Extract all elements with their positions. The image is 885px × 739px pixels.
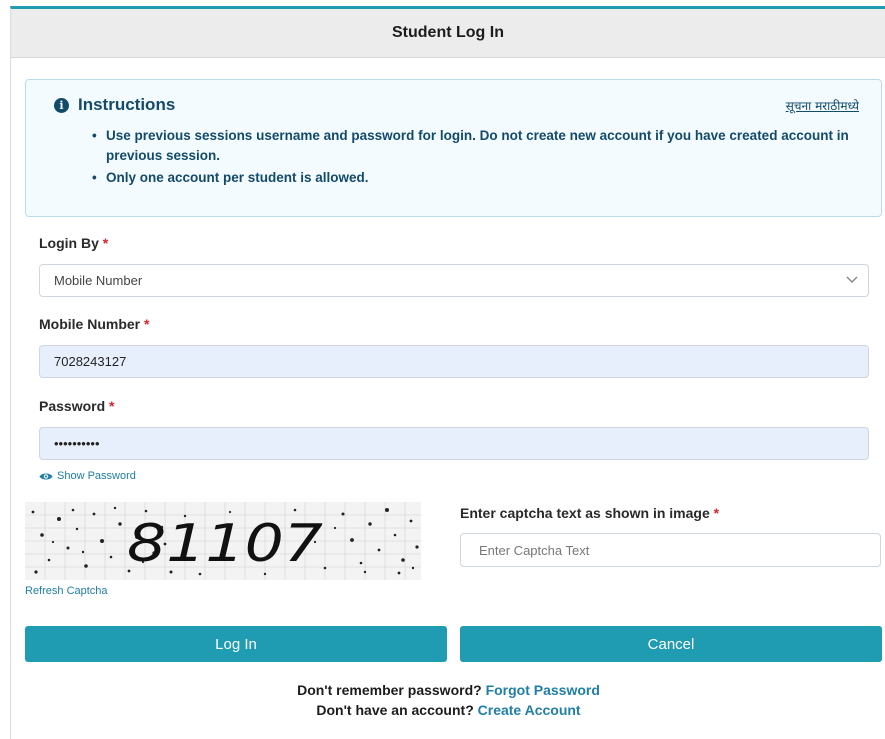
required-marker: * xyxy=(713,505,720,521)
login-card: Student Log In i Instructions सूचना मराठ… xyxy=(10,6,885,739)
captcha-text: 81107 xyxy=(127,514,323,574)
captcha-image: 81107 xyxy=(25,502,421,580)
show-password-toggle[interactable]: Show Password xyxy=(39,470,136,482)
login-by-value: Mobile Number xyxy=(54,273,143,288)
info-icon: i xyxy=(54,97,69,113)
instructions-heading: i Instructions xyxy=(54,95,175,115)
instructions-title: Instructions xyxy=(78,95,176,114)
password-label: Password * xyxy=(39,398,115,414)
captcha-placeholder: Enter Captcha Text xyxy=(479,542,590,558)
login-button[interactable]: Log In xyxy=(25,626,447,662)
forgot-password-row: Don't remember password? Forgot Password xyxy=(297,682,600,698)
forgot-password-link[interactable]: Forgot Password xyxy=(486,682,600,698)
login-by-select[interactable]: Mobile Number xyxy=(39,264,869,297)
card-header: Student Log In xyxy=(11,9,885,58)
mobile-number-input[interactable]: 7028243127 xyxy=(39,345,869,378)
mobile-number-label: Mobile Number * xyxy=(39,316,150,332)
refresh-captcha-link[interactable]: Refresh Captcha xyxy=(25,585,108,597)
cancel-button[interactable]: Cancel xyxy=(460,626,882,662)
mobile-number-value: 7028243127 xyxy=(54,354,127,369)
required-marker: * xyxy=(144,316,150,332)
marathi-instructions-link[interactable]: सूचना मराठीमध्ये xyxy=(786,97,859,114)
captcha-label: Enter captcha text as shown in image * xyxy=(460,505,720,521)
required-marker: * xyxy=(102,235,109,251)
page-title: Student Log In xyxy=(392,24,504,41)
instruction-item: Only one account per student is allowed. xyxy=(92,168,852,188)
create-account-link[interactable]: Create Account xyxy=(478,702,581,718)
show-password-label: Show Password xyxy=(57,470,136,482)
login-by-label: Login By * xyxy=(39,235,109,251)
instruction-item: Use previous sessions username and passw… xyxy=(92,126,852,166)
password-value: •••••••••• xyxy=(54,436,100,451)
create-account-row: Don't have an account? Create Account xyxy=(316,702,581,718)
password-input[interactable]: •••••••••• xyxy=(39,427,869,460)
required-marker: * xyxy=(109,398,115,414)
captcha-input[interactable]: Enter Captcha Text xyxy=(460,533,881,567)
chevron-down-icon xyxy=(846,276,858,284)
instructions-list: Use previous sessions username and passw… xyxy=(92,126,852,190)
eye-icon xyxy=(39,473,53,479)
instructions-panel: i Instructions सूचना मराठीमध्ये Use prev… xyxy=(25,79,882,217)
